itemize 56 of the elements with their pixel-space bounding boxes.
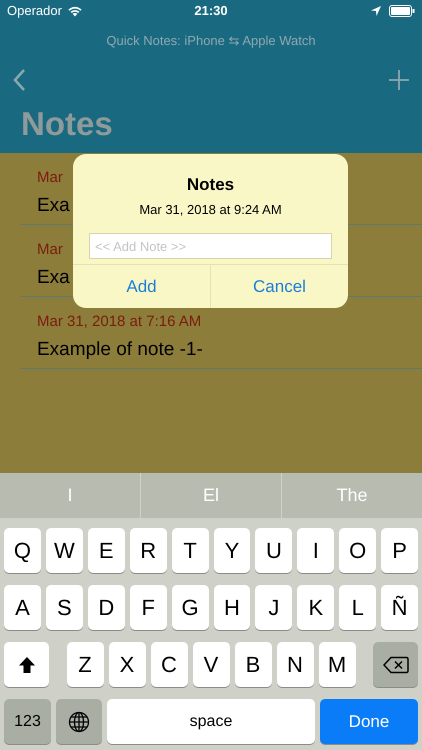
keyboard-key[interactable]: F xyxy=(130,585,167,630)
keyboard-key[interactable]: X xyxy=(108,642,146,687)
clock-time: 21:30 xyxy=(194,2,228,20)
note-date: Mar 31, 2018 at 7:16 AM xyxy=(37,312,202,332)
keyboard-key[interactable]: W xyxy=(46,528,83,573)
wifi-icon xyxy=(66,5,83,17)
space-key[interactable]: space xyxy=(107,699,315,744)
keyboard-key[interactable]: Y xyxy=(214,528,250,573)
note-date: Mar xyxy=(37,168,63,188)
numbers-key[interactable]: 123 xyxy=(4,699,51,744)
keyboard-key[interactable]: T xyxy=(172,528,209,573)
page-title: Notes xyxy=(20,104,114,144)
dialog-button[interactable]: Cancel xyxy=(210,265,348,308)
done-key[interactable]: Done xyxy=(320,699,418,744)
back-chevron-icon xyxy=(12,68,26,92)
keyboard-key[interactable]: B xyxy=(234,642,272,687)
keyboard-key[interactable]: O xyxy=(339,528,376,573)
battery-icon xyxy=(389,5,415,17)
keyboard-key[interactable]: D xyxy=(88,585,125,630)
dialog-title: Notes xyxy=(186,174,236,196)
dialog-subtitle: Mar 31, 2018 at 9:24 AM xyxy=(138,200,283,218)
keyboard-key[interactable]: E xyxy=(88,528,125,573)
keyboard-key[interactable]: A xyxy=(4,585,41,630)
keyboard-key[interactable]: U xyxy=(255,528,292,573)
keyboard-key[interactable]: N xyxy=(276,642,314,687)
keyboard-key[interactable]: R xyxy=(130,528,167,573)
globe-key[interactable] xyxy=(56,699,102,744)
note-text: Example of note -1- xyxy=(37,338,203,362)
keyboard-key[interactable]: Z xyxy=(66,642,104,687)
note-text: Exa xyxy=(37,266,70,290)
keyboard-key[interactable]: S xyxy=(46,585,83,630)
keyboard-key[interactable]: K xyxy=(297,585,334,630)
note-date: Mar xyxy=(37,240,63,260)
keyboard-key[interactable]: H xyxy=(214,585,250,630)
note-text: Exa xyxy=(37,194,70,218)
shift-key[interactable] xyxy=(4,642,49,687)
keyboard-key[interactable]: J xyxy=(255,585,292,630)
globe-icon xyxy=(68,710,90,732)
keyboard-key[interactable]: M xyxy=(318,642,356,687)
location-arrow-icon xyxy=(371,6,381,16)
keyboard-key[interactable]: G xyxy=(172,585,209,630)
shift-icon xyxy=(18,656,36,674)
note-input-field[interactable]: << Add Note >> xyxy=(89,233,332,259)
keyboard-key[interactable]: I xyxy=(297,528,334,573)
app-subtitle: Quick Notes: iPhone ⇆ Apple Watch xyxy=(105,32,317,50)
keyboard-key[interactable]: L xyxy=(339,585,376,630)
keyboard-key[interactable]: Q xyxy=(4,528,41,573)
plus-icon xyxy=(388,68,410,90)
delete-key[interactable] xyxy=(373,642,418,687)
keyboard-key[interactable]: Ñ xyxy=(381,585,418,630)
carrier-name: Operador xyxy=(7,2,62,20)
dialog-button[interactable]: Add xyxy=(73,265,210,308)
keyboard-key[interactable]: P xyxy=(381,528,418,573)
keyboard-key[interactable]: V xyxy=(192,642,230,687)
keyboard-key[interactable]: C xyxy=(150,642,188,687)
backspace-icon xyxy=(382,656,408,674)
